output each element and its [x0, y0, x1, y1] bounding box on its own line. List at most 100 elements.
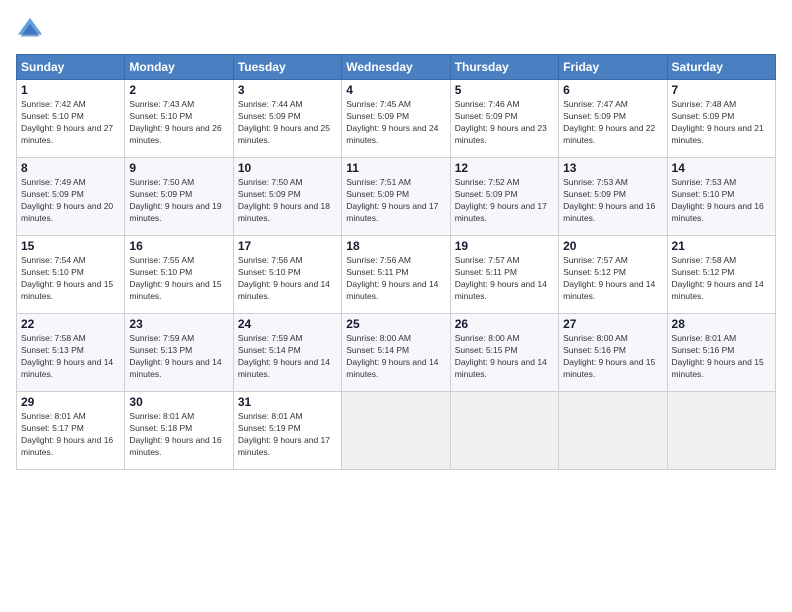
- day-number: 25: [346, 317, 445, 331]
- day-cell: 8 Sunrise: 7:49 AMSunset: 5:09 PMDayligh…: [17, 158, 125, 236]
- day-cell: 10 Sunrise: 7:50 AMSunset: 5:09 PMDaylig…: [233, 158, 341, 236]
- day-number: 21: [672, 239, 771, 253]
- weekday-header-monday: Monday: [125, 55, 233, 80]
- weekday-header-row: SundayMondayTuesdayWednesdayThursdayFrid…: [17, 55, 776, 80]
- day-number: 6: [563, 83, 662, 97]
- day-number: 10: [238, 161, 337, 175]
- day-number: 8: [21, 161, 120, 175]
- weekday-header-sunday: Sunday: [17, 55, 125, 80]
- day-info: Sunrise: 7:50 AMSunset: 5:09 PMDaylight:…: [129, 177, 221, 223]
- day-info: Sunrise: 7:55 AMSunset: 5:10 PMDaylight:…: [129, 255, 221, 301]
- day-info: Sunrise: 7:58 AMSunset: 5:13 PMDaylight:…: [21, 333, 113, 379]
- weekday-header-thursday: Thursday: [450, 55, 558, 80]
- day-info: Sunrise: 8:01 AMSunset: 5:17 PMDaylight:…: [21, 411, 113, 457]
- header: [16, 16, 776, 44]
- day-info: Sunrise: 7:47 AMSunset: 5:09 PMDaylight:…: [563, 99, 655, 145]
- day-number: 11: [346, 161, 445, 175]
- day-cell: 27 Sunrise: 8:00 AMSunset: 5:16 PMDaylig…: [559, 314, 667, 392]
- logo-icon: [16, 16, 44, 44]
- week-row-1: 1 Sunrise: 7:42 AMSunset: 5:10 PMDayligh…: [17, 80, 776, 158]
- day-cell: 13 Sunrise: 7:53 AMSunset: 5:09 PMDaylig…: [559, 158, 667, 236]
- day-number: 24: [238, 317, 337, 331]
- day-cell: 20 Sunrise: 7:57 AMSunset: 5:12 PMDaylig…: [559, 236, 667, 314]
- weekday-header-friday: Friday: [559, 55, 667, 80]
- day-info: Sunrise: 7:43 AMSunset: 5:10 PMDaylight:…: [129, 99, 221, 145]
- day-cell: 19 Sunrise: 7:57 AMSunset: 5:11 PMDaylig…: [450, 236, 558, 314]
- day-cell: 15 Sunrise: 7:54 AMSunset: 5:10 PMDaylig…: [17, 236, 125, 314]
- week-row-2: 8 Sunrise: 7:49 AMSunset: 5:09 PMDayligh…: [17, 158, 776, 236]
- day-number: 23: [129, 317, 228, 331]
- day-number: 12: [455, 161, 554, 175]
- day-info: Sunrise: 7:53 AMSunset: 5:10 PMDaylight:…: [672, 177, 764, 223]
- day-number: 5: [455, 83, 554, 97]
- day-number: 14: [672, 161, 771, 175]
- day-number: 22: [21, 317, 120, 331]
- day-cell: 14 Sunrise: 7:53 AMSunset: 5:10 PMDaylig…: [667, 158, 775, 236]
- day-cell: 30 Sunrise: 8:01 AMSunset: 5:18 PMDaylig…: [125, 392, 233, 470]
- weekday-header-wednesday: Wednesday: [342, 55, 450, 80]
- day-info: Sunrise: 7:51 AMSunset: 5:09 PMDaylight:…: [346, 177, 438, 223]
- day-cell: 7 Sunrise: 7:48 AMSunset: 5:09 PMDayligh…: [667, 80, 775, 158]
- day-info: Sunrise: 7:46 AMSunset: 5:09 PMDaylight:…: [455, 99, 547, 145]
- day-info: Sunrise: 7:50 AMSunset: 5:09 PMDaylight:…: [238, 177, 330, 223]
- day-info: Sunrise: 7:59 AMSunset: 5:14 PMDaylight:…: [238, 333, 330, 379]
- week-row-4: 22 Sunrise: 7:58 AMSunset: 5:13 PMDaylig…: [17, 314, 776, 392]
- day-cell: 25 Sunrise: 8:00 AMSunset: 5:14 PMDaylig…: [342, 314, 450, 392]
- day-info: Sunrise: 7:54 AMSunset: 5:10 PMDaylight:…: [21, 255, 113, 301]
- day-number: 30: [129, 395, 228, 409]
- day-cell: 31 Sunrise: 8:01 AMSunset: 5:19 PMDaylig…: [233, 392, 341, 470]
- calendar-table: SundayMondayTuesdayWednesdayThursdayFrid…: [16, 54, 776, 470]
- day-cell: 16 Sunrise: 7:55 AMSunset: 5:10 PMDaylig…: [125, 236, 233, 314]
- week-row-5: 29 Sunrise: 8:01 AMSunset: 5:17 PMDaylig…: [17, 392, 776, 470]
- day-cell: [450, 392, 558, 470]
- day-number: 9: [129, 161, 228, 175]
- day-cell: 26 Sunrise: 8:00 AMSunset: 5:15 PMDaylig…: [450, 314, 558, 392]
- day-cell: 4 Sunrise: 7:45 AMSunset: 5:09 PMDayligh…: [342, 80, 450, 158]
- day-info: Sunrise: 7:49 AMSunset: 5:09 PMDaylight:…: [21, 177, 113, 223]
- day-info: Sunrise: 7:48 AMSunset: 5:09 PMDaylight:…: [672, 99, 764, 145]
- day-info: Sunrise: 8:01 AMSunset: 5:16 PMDaylight:…: [672, 333, 764, 379]
- day-info: Sunrise: 7:56 AMSunset: 5:10 PMDaylight:…: [238, 255, 330, 301]
- day-info: Sunrise: 7:53 AMSunset: 5:09 PMDaylight:…: [563, 177, 655, 223]
- day-info: Sunrise: 7:52 AMSunset: 5:09 PMDaylight:…: [455, 177, 547, 223]
- day-cell: 23 Sunrise: 7:59 AMSunset: 5:13 PMDaylig…: [125, 314, 233, 392]
- day-cell: 1 Sunrise: 7:42 AMSunset: 5:10 PMDayligh…: [17, 80, 125, 158]
- weekday-header-saturday: Saturday: [667, 55, 775, 80]
- day-cell: 11 Sunrise: 7:51 AMSunset: 5:09 PMDaylig…: [342, 158, 450, 236]
- day-number: 18: [346, 239, 445, 253]
- day-cell: 12 Sunrise: 7:52 AMSunset: 5:09 PMDaylig…: [450, 158, 558, 236]
- day-number: 16: [129, 239, 228, 253]
- weekday-header-tuesday: Tuesday: [233, 55, 341, 80]
- day-info: Sunrise: 8:01 AMSunset: 5:18 PMDaylight:…: [129, 411, 221, 457]
- day-info: Sunrise: 7:56 AMSunset: 5:11 PMDaylight:…: [346, 255, 438, 301]
- week-row-3: 15 Sunrise: 7:54 AMSunset: 5:10 PMDaylig…: [17, 236, 776, 314]
- day-cell: 3 Sunrise: 7:44 AMSunset: 5:09 PMDayligh…: [233, 80, 341, 158]
- day-number: 1: [21, 83, 120, 97]
- day-number: 19: [455, 239, 554, 253]
- day-number: 31: [238, 395, 337, 409]
- day-number: 13: [563, 161, 662, 175]
- day-cell: 9 Sunrise: 7:50 AMSunset: 5:09 PMDayligh…: [125, 158, 233, 236]
- day-info: Sunrise: 7:59 AMSunset: 5:13 PMDaylight:…: [129, 333, 221, 379]
- page-container: SundayMondayTuesdayWednesdayThursdayFrid…: [0, 0, 792, 612]
- day-info: Sunrise: 8:00 AMSunset: 5:14 PMDaylight:…: [346, 333, 438, 379]
- day-cell: [342, 392, 450, 470]
- day-cell: 18 Sunrise: 7:56 AMSunset: 5:11 PMDaylig…: [342, 236, 450, 314]
- day-number: 17: [238, 239, 337, 253]
- day-number: 7: [672, 83, 771, 97]
- day-number: 29: [21, 395, 120, 409]
- day-number: 20: [563, 239, 662, 253]
- day-info: Sunrise: 7:45 AMSunset: 5:09 PMDaylight:…: [346, 99, 438, 145]
- day-cell: [559, 392, 667, 470]
- day-info: Sunrise: 8:01 AMSunset: 5:19 PMDaylight:…: [238, 411, 330, 457]
- day-cell: 28 Sunrise: 8:01 AMSunset: 5:16 PMDaylig…: [667, 314, 775, 392]
- day-cell: 6 Sunrise: 7:47 AMSunset: 5:09 PMDayligh…: [559, 80, 667, 158]
- day-cell: 22 Sunrise: 7:58 AMSunset: 5:13 PMDaylig…: [17, 314, 125, 392]
- day-cell: 24 Sunrise: 7:59 AMSunset: 5:14 PMDaylig…: [233, 314, 341, 392]
- day-cell: 29 Sunrise: 8:01 AMSunset: 5:17 PMDaylig…: [17, 392, 125, 470]
- day-cell: 17 Sunrise: 7:56 AMSunset: 5:10 PMDaylig…: [233, 236, 341, 314]
- day-info: Sunrise: 7:44 AMSunset: 5:09 PMDaylight:…: [238, 99, 330, 145]
- logo: [16, 16, 48, 44]
- day-number: 3: [238, 83, 337, 97]
- day-cell: 21 Sunrise: 7:58 AMSunset: 5:12 PMDaylig…: [667, 236, 775, 314]
